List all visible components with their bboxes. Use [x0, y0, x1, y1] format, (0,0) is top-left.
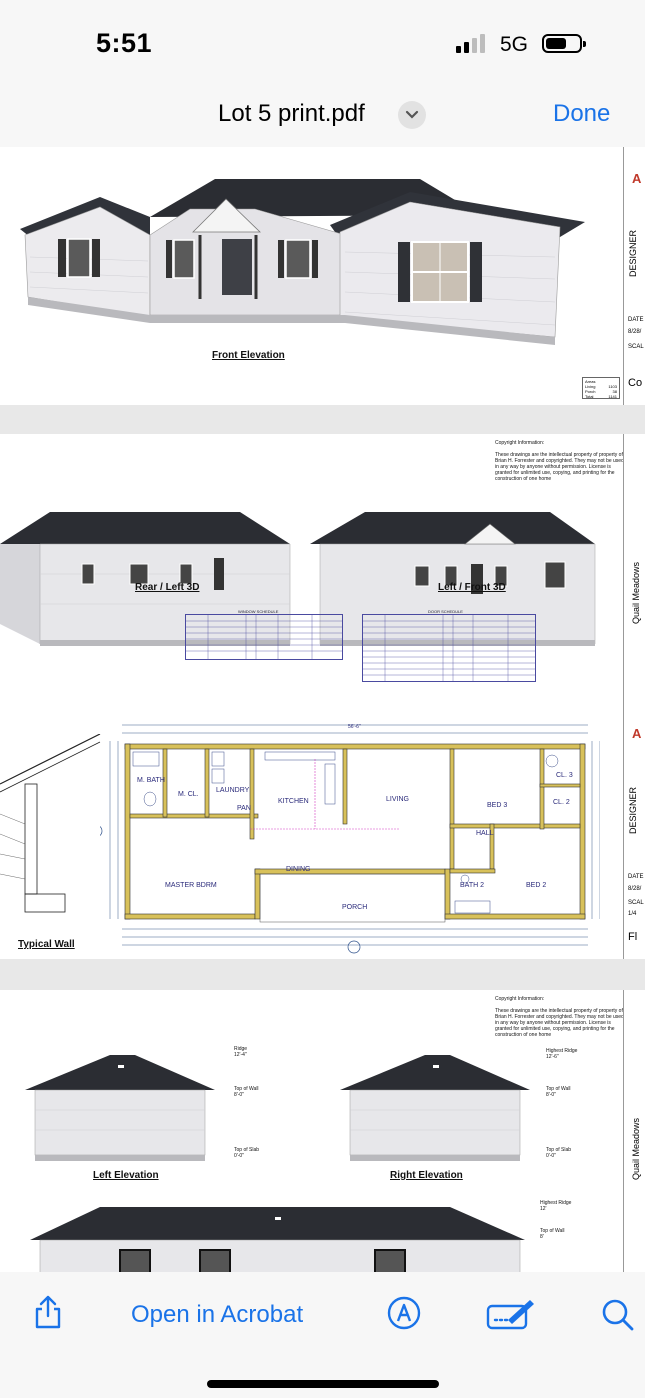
bottom-toolbar: Open in Acrobat	[0, 1272, 645, 1398]
room-label: MASTER BDRM	[165, 882, 217, 889]
marker-value: 8'	[540, 1234, 544, 1240]
open-in-acrobat-button[interactable]: Open in Acrobat	[131, 1301, 303, 1329]
chevron-down-icon	[405, 110, 419, 119]
right-elevation-drawing	[340, 1055, 530, 1161]
pdf-page-1: Front Elevation Areas Living 1103 Porch 38…	[0, 147, 645, 405]
pdf-page-3: Copyright Information: These drawings ar…	[0, 990, 645, 1272]
marker-value: 0'-0"	[234, 1153, 244, 1159]
copyright-text: These drawings are the intellectual prop…	[495, 452, 624, 482]
title-block-2: Quail Meadows A DESIGNER DATE 8/28/ SCAL…	[623, 434, 645, 959]
marker-value: 12'	[540, 1206, 547, 1212]
door-schedule-title: DOOR SCHEDULE	[428, 609, 463, 614]
top-wall-marker: Top of Wall 8'	[540, 1228, 565, 1240]
typical-wall-caption: Typical Wall	[18, 939, 75, 950]
window-schedule-title: WINDOW SCHEDULE	[238, 609, 279, 614]
designer-label: DESIGNER	[628, 786, 638, 834]
room-label: M. BATH	[137, 777, 165, 784]
search-button[interactable]	[601, 1298, 635, 1337]
highest-ridge-marker: Highest Ridge 12'-6"	[546, 1048, 577, 1060]
room-label: PAN	[237, 805, 251, 812]
scale-value: 1/4	[628, 911, 637, 917]
top-wall-marker: Top of Wall 8'-0"	[234, 1086, 259, 1098]
title-block-3: Quail Meadows	[623, 990, 645, 1272]
room-label: BED 2	[526, 882, 547, 889]
front-elevation-caption: Front Elevation	[212, 350, 285, 361]
room-label: HALL	[476, 830, 494, 837]
network-type: 5G	[500, 33, 529, 56]
logo-mark: A	[632, 171, 642, 186]
marker-value: 0'-0"	[546, 1153, 556, 1159]
share-icon	[35, 1295, 61, 1329]
title-block-bottom: Fl	[628, 931, 638, 943]
copyright-text: These drawings are the intellectual prop…	[495, 1008, 624, 1038]
date-label: DATE	[628, 317, 644, 323]
room-label: BATH 2	[460, 882, 484, 889]
right-elevation-caption: Right Elevation	[390, 1170, 463, 1181]
top-slab-marker: Top of Slab 0'-0"	[234, 1147, 259, 1159]
marker-value: 12'-4"	[234, 1052, 247, 1058]
navigation-bar: Lot 5 print.pdf Done	[0, 90, 645, 147]
rear-elevation-drawing	[30, 1207, 525, 1272]
date-value: 8/28/	[628, 329, 642, 335]
copyright-title: Copyright Information:	[495, 440, 545, 446]
signature-icon	[486, 1300, 534, 1330]
floor-plan-drawing	[100, 724, 600, 954]
signature-button[interactable]	[486, 1298, 536, 1335]
marker-value: 8'-0"	[546, 1092, 556, 1098]
markup-pen-icon	[387, 1296, 421, 1330]
designer-label: DESIGNER	[628, 229, 638, 277]
left-elevation-caption: Left Elevation	[93, 1170, 159, 1181]
left-elevation-drawing	[25, 1055, 215, 1161]
done-button[interactable]: Done	[553, 100, 610, 128]
search-icon	[602, 1299, 634, 1331]
status-time: 5:51	[96, 28, 153, 58]
status-bar: 5:51 5G	[0, 0, 645, 90]
ridge-marker: Ridge 12'-4"	[234, 1046, 247, 1058]
room-label: DINING	[286, 866, 311, 873]
room-label: LAUNDRY	[216, 787, 250, 794]
door-schedule-table: DOOR SCHEDULE	[362, 609, 536, 682]
signal-icon	[456, 34, 485, 53]
areas-table: Areas Living 1103 Porch 38 Total 1141	[582, 377, 620, 399]
document-title[interactable]: Lot 5 print.pdf	[218, 100, 365, 128]
top-wall-marker: Top of Wall 8'-0"	[546, 1086, 571, 1098]
room-label: PORCH	[342, 904, 368, 911]
date-value: 8/28/	[628, 886, 642, 892]
share-button[interactable]	[33, 1294, 63, 1335]
room-label: BED 3	[487, 802, 508, 809]
markup-button[interactable]	[387, 1296, 421, 1335]
title-menu-button[interactable]	[398, 101, 426, 129]
typical-wall-section-drawing	[0, 734, 101, 913]
front-elevation-drawing	[20, 179, 585, 345]
title-block-bottom: Co	[628, 377, 643, 389]
left-front-3d-caption: Left / Front 3D	[438, 582, 506, 593]
highest-ridge-marker: Highest Ridge 12'	[540, 1200, 571, 1212]
scale-label: SCAL	[628, 344, 644, 350]
pdf-page-2: Copyright Information: These drawings ar…	[0, 434, 645, 959]
areas-value: 1141	[608, 394, 617, 399]
battery-icon	[542, 34, 586, 53]
copyright-title: Copyright Information:	[495, 996, 545, 1002]
window-schedule-table: WINDOW SCHEDULE	[185, 609, 343, 660]
room-label: M. CL.	[178, 791, 199, 798]
overall-dimension: 56'-6"	[348, 724, 361, 730]
room-label: CL. 3	[556, 772, 573, 779]
areas-row: Total	[585, 394, 594, 399]
scale-label: SCAL	[628, 900, 644, 906]
title-block-1: A DESIGNER DATE 8/28/ SCAL Co	[623, 147, 645, 405]
rear-left-3d-caption: Rear / Left 3D	[135, 582, 200, 593]
room-label: KITCHEN	[278, 798, 309, 805]
home-indicator	[207, 1380, 439, 1388]
pdf-viewer[interactable]: Front Elevation Areas Living 1103 Porch 38…	[0, 147, 645, 1272]
date-label: DATE	[628, 874, 644, 880]
marker-value: 8'-0"	[234, 1092, 244, 1098]
project-name: Quail Meadows	[631, 1117, 641, 1180]
logo-mark: A	[632, 726, 642, 741]
room-label: LIVING	[386, 796, 409, 803]
room-label: CL. 2	[553, 799, 570, 806]
project-name: Quail Meadows	[631, 561, 641, 624]
top-slab-marker: Top of Slab 0'-0"	[546, 1147, 571, 1159]
marker-value: 12'-6"	[546, 1054, 559, 1060]
